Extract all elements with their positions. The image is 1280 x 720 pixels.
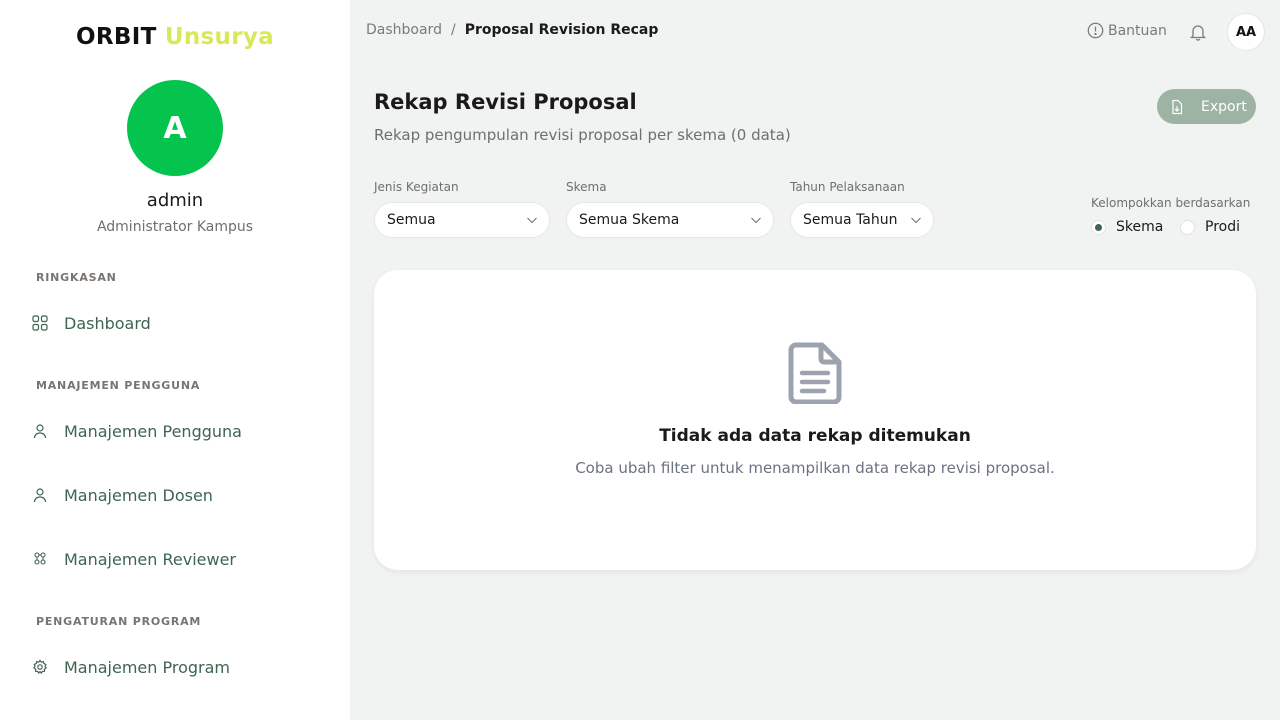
group-by-prodi-radio[interactable]: Prodi <box>1180 219 1240 235</box>
sidebar-item-manajemen-dosen[interactable]: Manajemen Dosen <box>30 477 330 513</box>
help-circle-icon <box>1087 22 1104 39</box>
sidebar-item-manajemen-reviewer[interactable]: Manajemen Reviewer <box>30 541 330 577</box>
radio-indicator-selected <box>1091 219 1106 235</box>
filter-skema-label: Skema <box>566 180 607 194</box>
export-file-icon <box>1172 99 1183 114</box>
radio-label: Prodi <box>1205 219 1240 235</box>
chevron-down-icon <box>523 213 539 231</box>
help-label: Bantuan <box>1108 22 1167 39</box>
sidebar-item-label: Dashboard <box>64 313 151 333</box>
sidebar-item-manajemen-program[interactable]: Manajemen Program <box>30 649 330 685</box>
chevron-down-icon <box>907 213 923 231</box>
select-value: Semua Tahun <box>803 212 898 228</box>
gear-icon <box>30 657 50 677</box>
page-subtitle: Rekap pengumpulan revisi proposal per sk… <box>374 126 791 144</box>
brand-name-part2: Unsurya <box>164 24 274 50</box>
chevron-down-icon <box>747 213 763 231</box>
skema-select[interactable]: Semua Skema <box>566 202 774 238</box>
breadcrumb-dashboard-link[interactable]: Dashboard <box>366 22 442 38</box>
help-button[interactable]: Bantuan <box>1087 22 1167 39</box>
group-by-label: Kelompokkan berdasarkan <box>1091 196 1251 210</box>
jenis-kegiatan-select[interactable]: Semua <box>374 202 550 238</box>
profile-avatar[interactable]: AA <box>1227 13 1265 51</box>
sidebar-item-label: Manajemen Pengguna <box>64 421 242 441</box>
reviewer-group-icon <box>30 549 50 569</box>
dashboard-grid-icon <box>30 313 50 333</box>
sidebar-item-label: Manajemen Reviewer <box>64 549 237 569</box>
user-avatar: A <box>127 80 223 176</box>
filter-jenis-label: Jenis Kegiatan <box>374 180 459 194</box>
user-role: Administrator Kampus <box>96 219 254 235</box>
sidebar: ORBIT Unsurya A admin Administrator Kamp… <box>0 0 350 720</box>
select-value: Semua <box>387 212 436 228</box>
user-icon <box>30 485 50 505</box>
radio-indicator <box>1180 219 1195 235</box>
empty-state-message: Coba ubah filter untuk menampilkan data … <box>575 459 1055 477</box>
radio-label: Skema <box>1116 219 1164 235</box>
brand-logo: ORBIT Unsurya <box>0 24 350 50</box>
user-name: admin <box>146 190 204 211</box>
section-label-pengaturan-program: PENGATURAN PROGRAM <box>36 615 202 628</box>
export-label: Export <box>1201 98 1247 115</box>
sidebar-item-label: Manajemen Program <box>64 657 231 677</box>
group-by-skema-radio[interactable]: Skema <box>1091 219 1163 235</box>
page-title: Rekap Revisi Proposal <box>374 90 637 114</box>
sidebar-item-dashboard[interactable]: Dashboard <box>30 305 330 341</box>
export-button[interactable]: Export <box>1157 89 1256 124</box>
breadcrumb: Dashboard / Proposal Revision Recap <box>366 22 658 38</box>
document-icon <box>788 342 842 408</box>
brand-name-part1: ORBIT <box>76 24 157 50</box>
recap-results-card: Tidak ada data rekap ditemukan Coba ubah… <box>374 270 1256 570</box>
section-label-manajemen-pengguna: MANAJEMEN PENGGUNA <box>36 379 201 392</box>
sidebar-item-label: Manajemen Dosen <box>64 485 213 505</box>
tahun-pelaksanaan-select[interactable]: Semua Tahun <box>790 202 934 238</box>
breadcrumb-separator: / <box>450 22 456 38</box>
filter-tahun-label: Tahun Pelaksanaan <box>790 180 905 194</box>
top-bar: Dashboard / Proposal Revision Recap Bant… <box>350 0 1280 64</box>
breadcrumb-current: Proposal Revision Recap <box>464 22 659 38</box>
sidebar-item-manajemen-pengguna[interactable]: Manajemen Pengguna <box>30 413 330 449</box>
section-label-ringkasan: RINGKASAN <box>36 271 117 284</box>
notification-bell-icon[interactable] <box>1188 22 1208 42</box>
user-icon <box>30 421 50 441</box>
select-value: Semua Skema <box>579 212 680 228</box>
empty-state-title: Tidak ada data rekap ditemukan <box>659 426 971 446</box>
